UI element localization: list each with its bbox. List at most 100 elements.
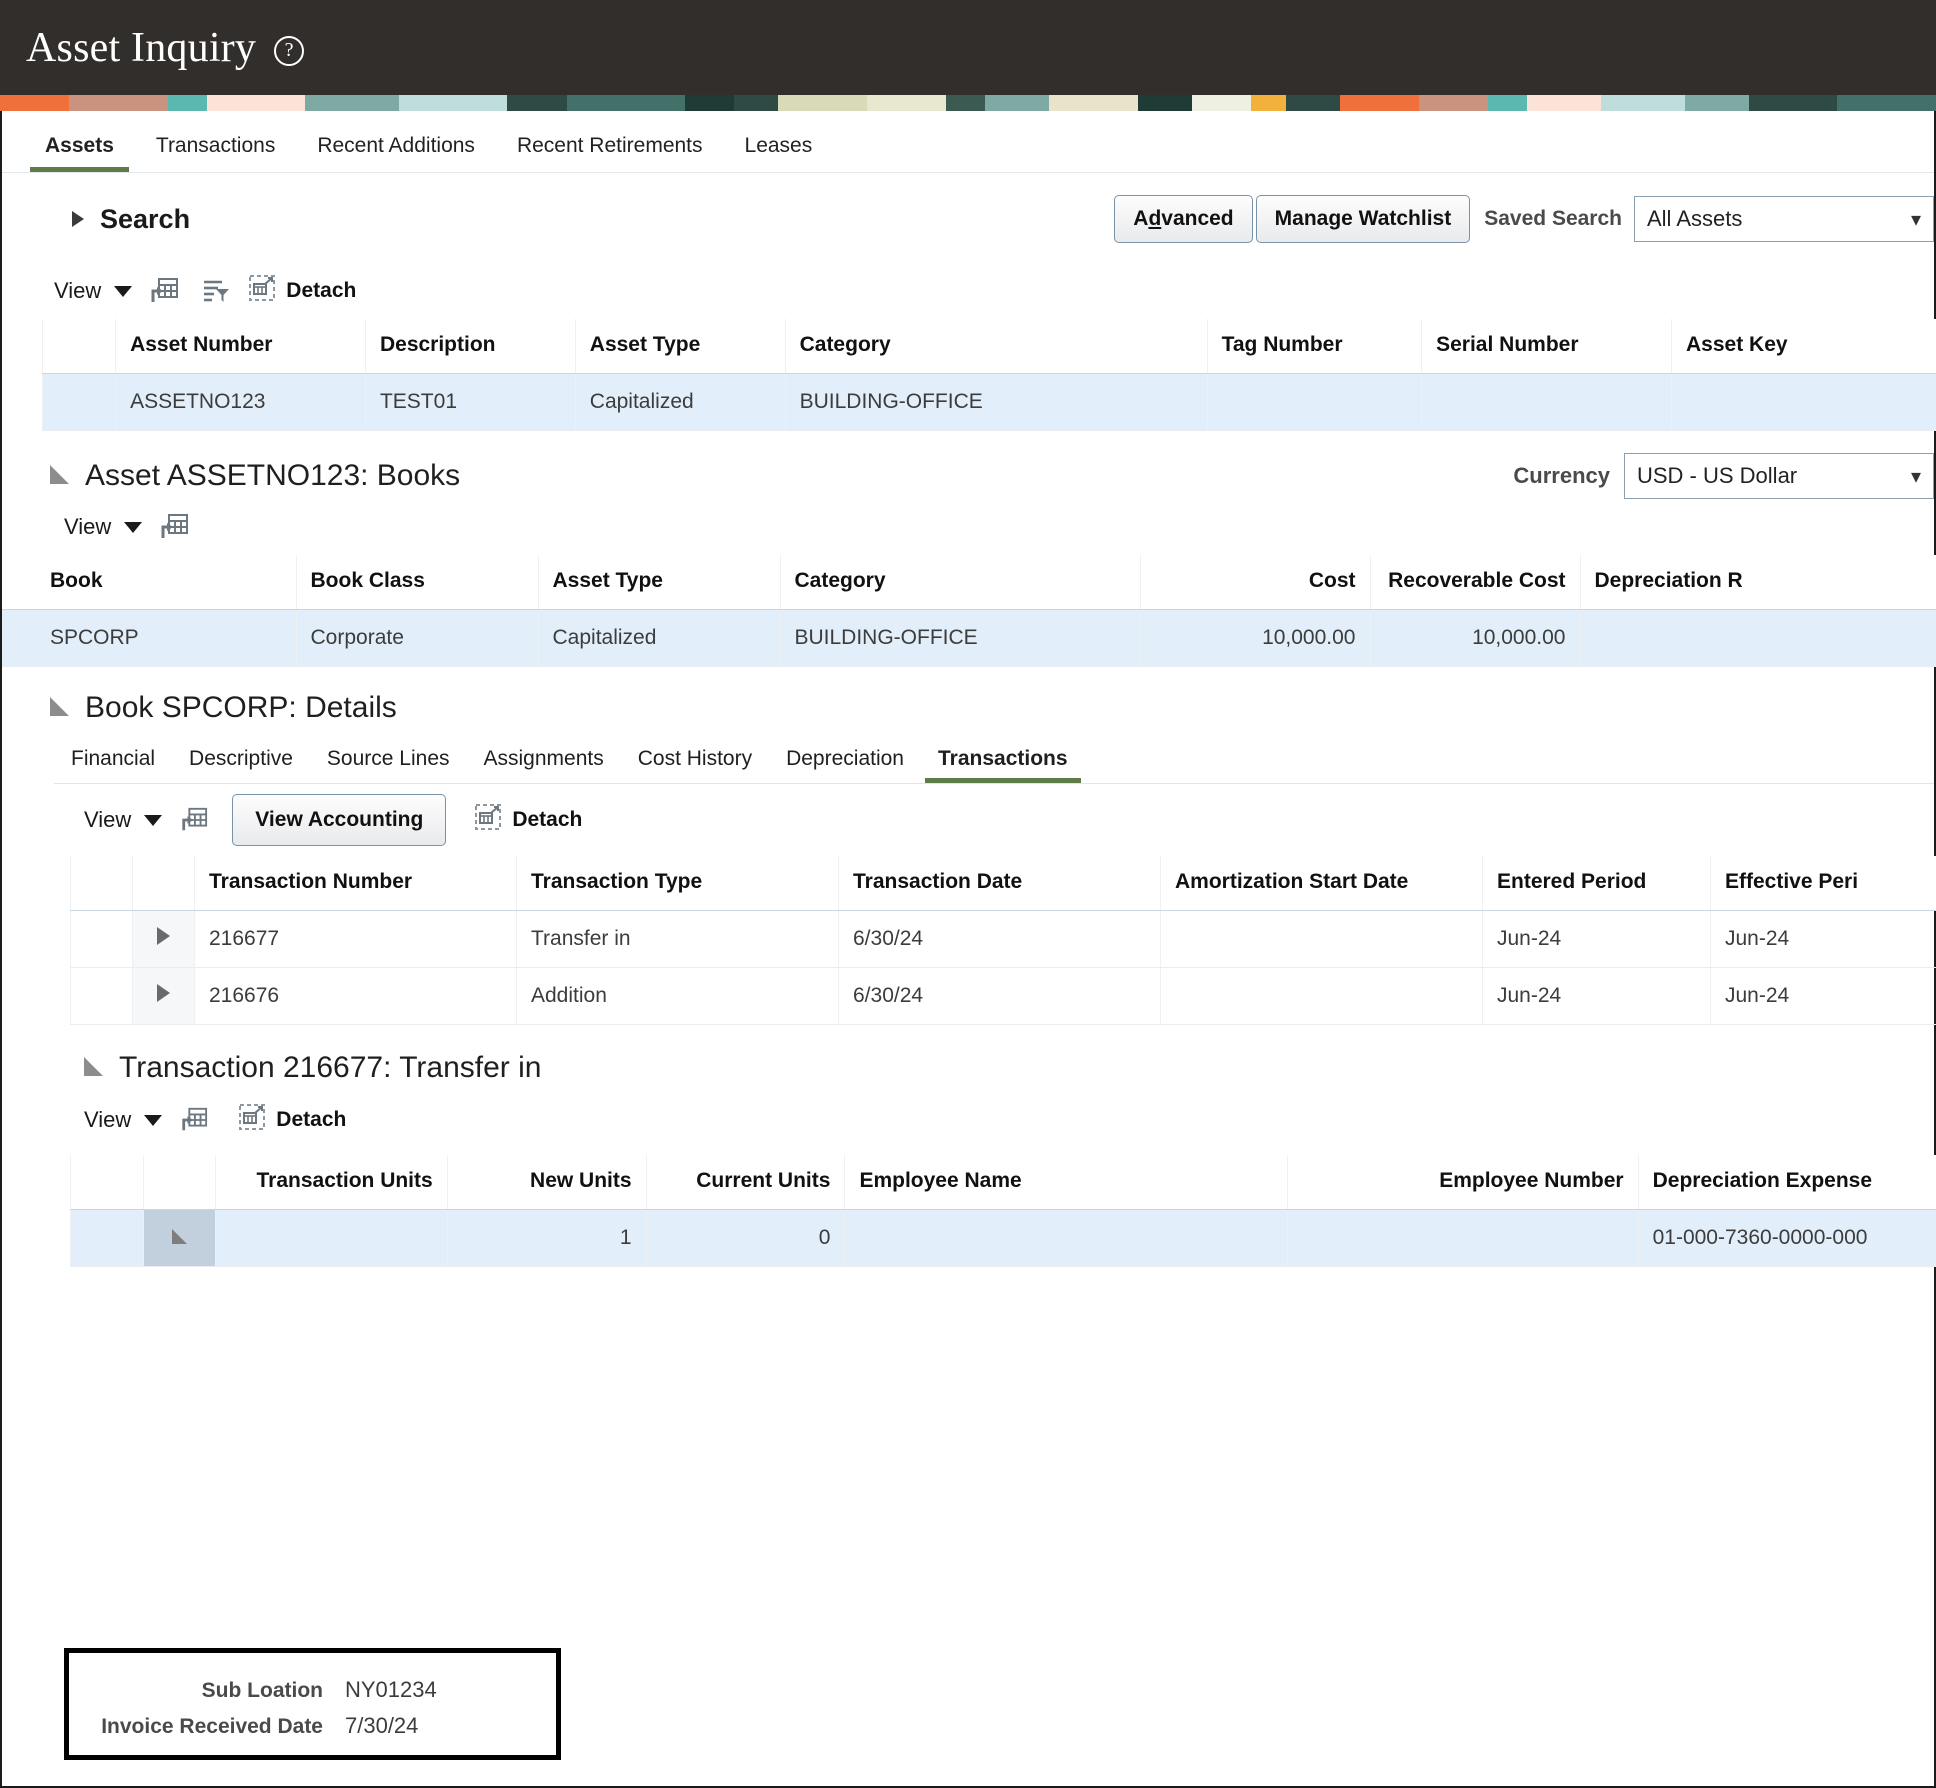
row-expand-toggle[interactable] bbox=[132, 967, 195, 1025]
currency-label: Currency bbox=[1513, 463, 1610, 488]
table-row[interactable]: 216677 Transfer in 6/30/24 Jun-24 Jun-24 bbox=[70, 910, 1936, 968]
col-employee-number[interactable]: Employee Number bbox=[1286, 1155, 1639, 1210]
chevron-down-icon: ▾ bbox=[1910, 465, 1921, 488]
col-serial-number[interactable]: Serial Number bbox=[1421, 319, 1672, 374]
search-section-label[interactable]: Search bbox=[100, 204, 190, 235]
triangle-expanded-icon[interactable] bbox=[84, 1056, 103, 1076]
details-section-header: Book SPCORP: Details bbox=[2, 691, 1934, 725]
caret-down-icon bbox=[144, 814, 163, 826]
transaction-detail-detach-button[interactable]: Detach bbox=[238, 1103, 346, 1137]
row-select-header bbox=[70, 856, 133, 911]
export-to-excel-icon[interactable] bbox=[168, 1098, 220, 1142]
transactions-detach-button[interactable]: Detach bbox=[474, 803, 582, 837]
export-to-excel-icon[interactable] bbox=[148, 505, 200, 549]
cell-transaction-number[interactable]: 216677 bbox=[194, 910, 517, 968]
tab-assets[interactable]: Assets bbox=[24, 134, 135, 172]
table-row[interactable]: SPCORP Corporate Capitalized BUILDING-OF… bbox=[2, 609, 1936, 667]
query-by-example-filter-icon[interactable] bbox=[190, 269, 242, 313]
view-accounting-button[interactable]: View Accounting bbox=[232, 794, 447, 846]
tab-descriptive[interactable]: Descriptive bbox=[172, 747, 310, 783]
row-selection-indicator[interactable] bbox=[41, 373, 116, 431]
export-to-excel-icon[interactable] bbox=[168, 798, 220, 842]
col-book-category[interactable]: Category bbox=[779, 555, 1140, 610]
row-expand-toggle[interactable] bbox=[132, 910, 195, 968]
col-cost[interactable]: Cost bbox=[1139, 555, 1370, 610]
tab-source-lines[interactable]: Source Lines bbox=[310, 747, 467, 783]
books-view-label: View bbox=[64, 514, 112, 539]
cell-description: TEST01 bbox=[364, 373, 576, 431]
deco-band bbox=[1748, 95, 1838, 111]
row-selection-indicator[interactable] bbox=[70, 1209, 144, 1267]
col-amortization-start-date[interactable]: Amortization Start Date bbox=[1160, 856, 1483, 911]
tab-financial[interactable]: Financial bbox=[54, 747, 172, 783]
col-category[interactable]: Category bbox=[784, 319, 1208, 374]
cell-entered-period: Jun-24 bbox=[1482, 910, 1711, 968]
chevron-right-icon[interactable] bbox=[72, 211, 84, 227]
transaction-detail-toolbar: View Detach bbox=[54, 1085, 1934, 1155]
row-selection-indicator[interactable] bbox=[70, 967, 133, 1025]
col-description[interactable]: Description bbox=[364, 319, 576, 374]
col-depreciation-expense[interactable]: Depreciation Expense bbox=[1637, 1155, 1936, 1210]
advanced-button[interactable]: Advanced bbox=[1114, 195, 1253, 243]
col-recoverable-cost[interactable]: Recoverable Cost bbox=[1369, 555, 1580, 610]
col-effective-period[interactable]: Effective Peri bbox=[1710, 856, 1936, 911]
transactions-panel: View View Accounting Detach Transaction … bbox=[54, 783, 1936, 1267]
assets-view-menu[interactable]: View bbox=[54, 278, 138, 304]
tab-leases[interactable]: Leases bbox=[724, 134, 834, 172]
cell-book[interactable]: SPCORP bbox=[2, 609, 296, 667]
col-book-class[interactable]: Book Class bbox=[295, 555, 538, 610]
search-actions: Advanced Manage Watchlist Saved Search A… bbox=[1114, 195, 1934, 243]
callout-row: Invoice Received Date 7/30/24 bbox=[95, 1713, 530, 1739]
deco-band bbox=[1137, 95, 1193, 111]
triangle-expanded-icon[interactable] bbox=[50, 696, 69, 716]
col-asset-key[interactable]: Asset Key bbox=[1671, 319, 1936, 374]
export-to-excel-icon[interactable] bbox=[138, 269, 190, 313]
cell-asset-number[interactable]: ASSETNO123 bbox=[115, 373, 366, 431]
col-transaction-units[interactable]: Transaction Units bbox=[215, 1155, 448, 1210]
saved-search-select[interactable]: All Assets ▾ bbox=[1634, 196, 1934, 242]
table-row[interactable]: 216676 Addition 6/30/24 Jun-24 Jun-24 bbox=[70, 967, 1936, 1025]
deco-band bbox=[167, 95, 207, 111]
tab-transactions[interactable]: Transactions bbox=[135, 134, 296, 172]
tab-cost-history[interactable]: Cost History bbox=[621, 747, 769, 783]
tab-assignments[interactable]: Assignments bbox=[467, 747, 621, 783]
transactions-view-label: View bbox=[84, 807, 132, 832]
transaction-detail-view-menu[interactable]: View bbox=[84, 1107, 168, 1133]
col-transaction-number[interactable]: Transaction Number bbox=[194, 856, 517, 911]
triangle-expanded-icon[interactable] bbox=[50, 464, 69, 484]
col-asset-type[interactable]: Asset Type bbox=[574, 319, 786, 374]
deco-band bbox=[778, 95, 868, 111]
transaction-detail-header: Transaction 216677: Transfer in bbox=[54, 1051, 1934, 1085]
col-asset-number[interactable]: Asset Number bbox=[115, 319, 366, 374]
decorative-banner-strip bbox=[0, 95, 1936, 111]
row-expand-toggle[interactable] bbox=[142, 1209, 216, 1267]
cell-book-category: BUILDING-OFFICE bbox=[779, 609, 1140, 667]
books-toolbar: View bbox=[2, 499, 1934, 555]
col-employee-name[interactable]: Employee Name bbox=[844, 1155, 1288, 1210]
manage-watchlist-button[interactable]: Manage Watchlist bbox=[1255, 195, 1471, 243]
col-depreciation-rule[interactable]: Depreciation R bbox=[1579, 555, 1936, 610]
sub-location-value: NY01234 bbox=[345, 1677, 437, 1702]
tab-recent-additions[interactable]: Recent Additions bbox=[296, 134, 496, 172]
col-transaction-type[interactable]: Transaction Type bbox=[516, 856, 839, 911]
table-row[interactable]: 1 0 01-000-7360-0000-000 bbox=[70, 1209, 1936, 1267]
question-circle-icon[interactable]: ? bbox=[274, 35, 305, 66]
col-new-units[interactable]: New Units bbox=[446, 1155, 647, 1210]
tab-recent-retirements[interactable]: Recent Retirements bbox=[496, 134, 724, 172]
books-view-menu[interactable]: View bbox=[64, 514, 148, 540]
col-transaction-date[interactable]: Transaction Date bbox=[838, 856, 1161, 911]
tab-depreciation[interactable]: Depreciation bbox=[769, 747, 921, 783]
cell-transaction-number[interactable]: 216676 bbox=[194, 967, 517, 1025]
col-tag-number[interactable]: Tag Number bbox=[1206, 319, 1422, 374]
col-current-units[interactable]: Current Units bbox=[645, 1155, 845, 1210]
deco-band bbox=[1339, 95, 1419, 111]
table-row[interactable]: ASSETNO123 TEST01 Capitalized BUILDING-O… bbox=[41, 373, 1936, 431]
col-book-asset-type[interactable]: Asset Type bbox=[537, 555, 780, 610]
row-selection-indicator[interactable] bbox=[70, 910, 133, 968]
assets-detach-button[interactable]: Detach bbox=[248, 274, 356, 308]
currency-select[interactable]: USD - US Dollar ▾ bbox=[1624, 453, 1934, 499]
transactions-view-menu[interactable]: View bbox=[84, 807, 168, 833]
col-book[interactable]: Book bbox=[2, 555, 296, 610]
col-entered-period[interactable]: Entered Period bbox=[1482, 856, 1711, 911]
tab-transactions-detail[interactable]: Transactions bbox=[921, 747, 1085, 783]
